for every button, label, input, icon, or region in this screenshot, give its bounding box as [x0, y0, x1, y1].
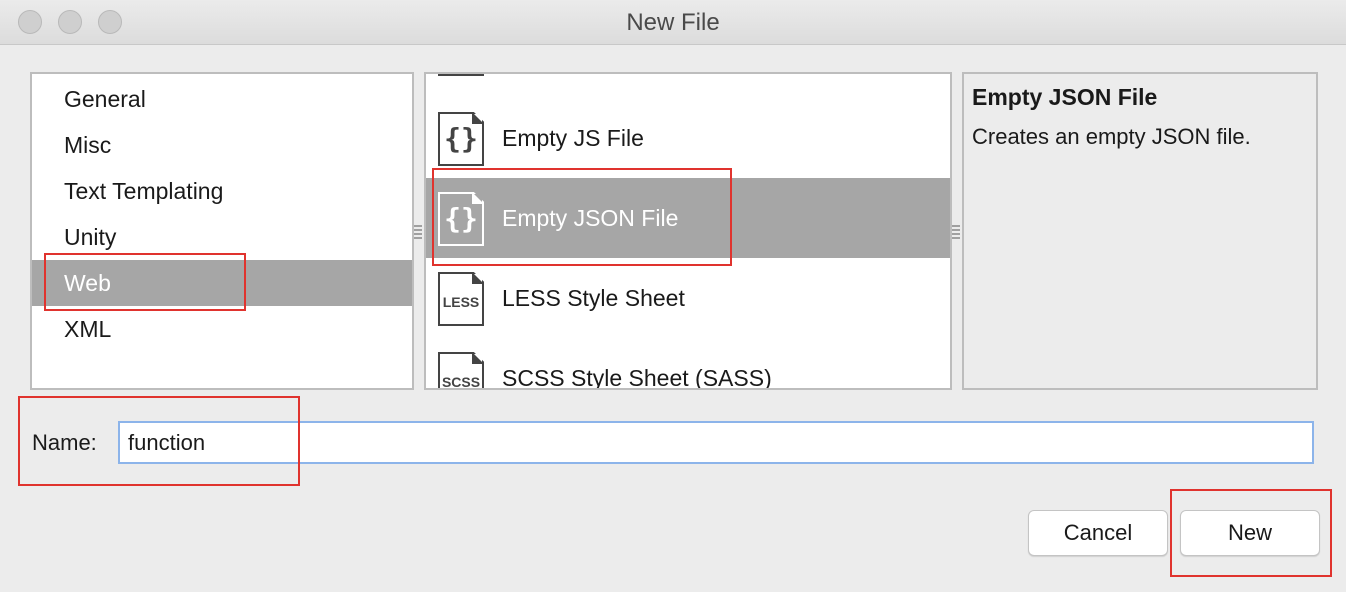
category-item-general[interactable]: General [32, 76, 412, 122]
splitter-handle[interactable] [414, 225, 422, 239]
category-item-misc[interactable]: Misc [32, 122, 412, 168]
template-label: Empty JS File [502, 125, 644, 151]
curly-braces-file-icon: {} [438, 112, 484, 166]
category-label: Text Templating [64, 178, 224, 204]
template-item-partial[interactable] [426, 74, 950, 88]
template-list[interactable]: {} Empty JS File {} Empty JSON File LESS… [424, 72, 952, 390]
window-title: New File [626, 9, 720, 36]
category-item-xml[interactable]: XML [32, 306, 412, 352]
splitter-handle[interactable] [952, 225, 960, 239]
category-item-web[interactable]: Web [32, 260, 412, 306]
file-icon [438, 74, 484, 76]
template-label: LESS Style Sheet [502, 285, 685, 311]
new-file-dialog: New File General Misc Text Templating Un… [0, 0, 1346, 592]
category-item-text-templating[interactable]: Text Templating [32, 168, 412, 214]
template-item-empty-json-file[interactable]: {} Empty JSON File [426, 178, 950, 258]
title-bar: New File [0, 0, 1346, 45]
description-text: Creates an empty JSON file. [972, 124, 1251, 149]
name-label: Name: [32, 430, 97, 455]
template-item-empty-js-file[interactable]: {} Empty JS File [426, 98, 950, 178]
category-label: Misc [64, 132, 112, 158]
template-label: SCSS Style Sheet (SASS) [502, 365, 772, 390]
template-item-less-style-sheet[interactable]: LESS LESS Style Sheet [426, 258, 950, 338]
category-label: Web [64, 270, 111, 296]
category-item-unity[interactable]: Unity [32, 214, 412, 260]
scss-file-icon: SCSS [438, 352, 484, 388]
category-label: XML [64, 316, 112, 342]
description-title: Empty JSON File [972, 84, 1158, 110]
curly-braces-file-icon: {} [438, 192, 484, 246]
category-label: General [64, 86, 146, 112]
less-file-icon: LESS [438, 272, 484, 326]
new-button[interactable]: New [1180, 510, 1320, 556]
category-label: Unity [64, 224, 117, 250]
cancel-button[interactable]: Cancel [1028, 510, 1168, 556]
template-label: Empty JSON File [502, 205, 679, 231]
template-item-scss-style-sheet[interactable]: SCSS SCSS Style Sheet (SASS) [426, 338, 950, 390]
category-list[interactable]: General Misc Text Templating Unity Web X… [30, 72, 414, 390]
name-input[interactable] [118, 421, 1314, 464]
description-panel: Empty JSON File Creates an empty JSON fi… [962, 72, 1318, 390]
